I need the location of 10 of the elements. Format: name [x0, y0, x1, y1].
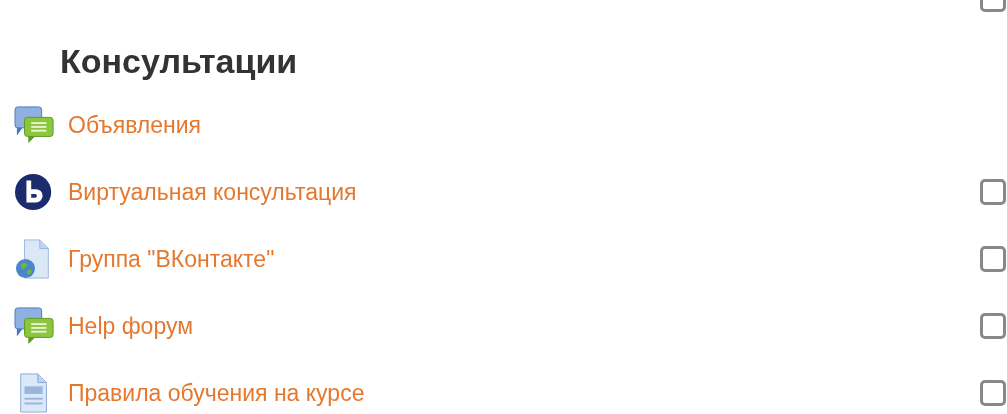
completion-checkbox[interactable] — [980, 246, 1006, 272]
activity-link[interactable]: Help форум — [68, 308, 193, 344]
completion-checkbox[interactable] — [980, 179, 1006, 205]
activity-link[interactable]: Объявления — [68, 107, 202, 143]
completion-checkbox[interactable] — [980, 313, 1006, 339]
activity-link[interactable]: Правила обучения на курсе — [68, 375, 365, 411]
activity-link[interactable]: Группа "ВКонтакте" — [68, 241, 275, 277]
completion-checkbox[interactable] — [980, 380, 1006, 406]
activity-link[interactable]: Виртуальная консультация — [68, 174, 357, 210]
section-title: Консультации — [60, 41, 298, 82]
